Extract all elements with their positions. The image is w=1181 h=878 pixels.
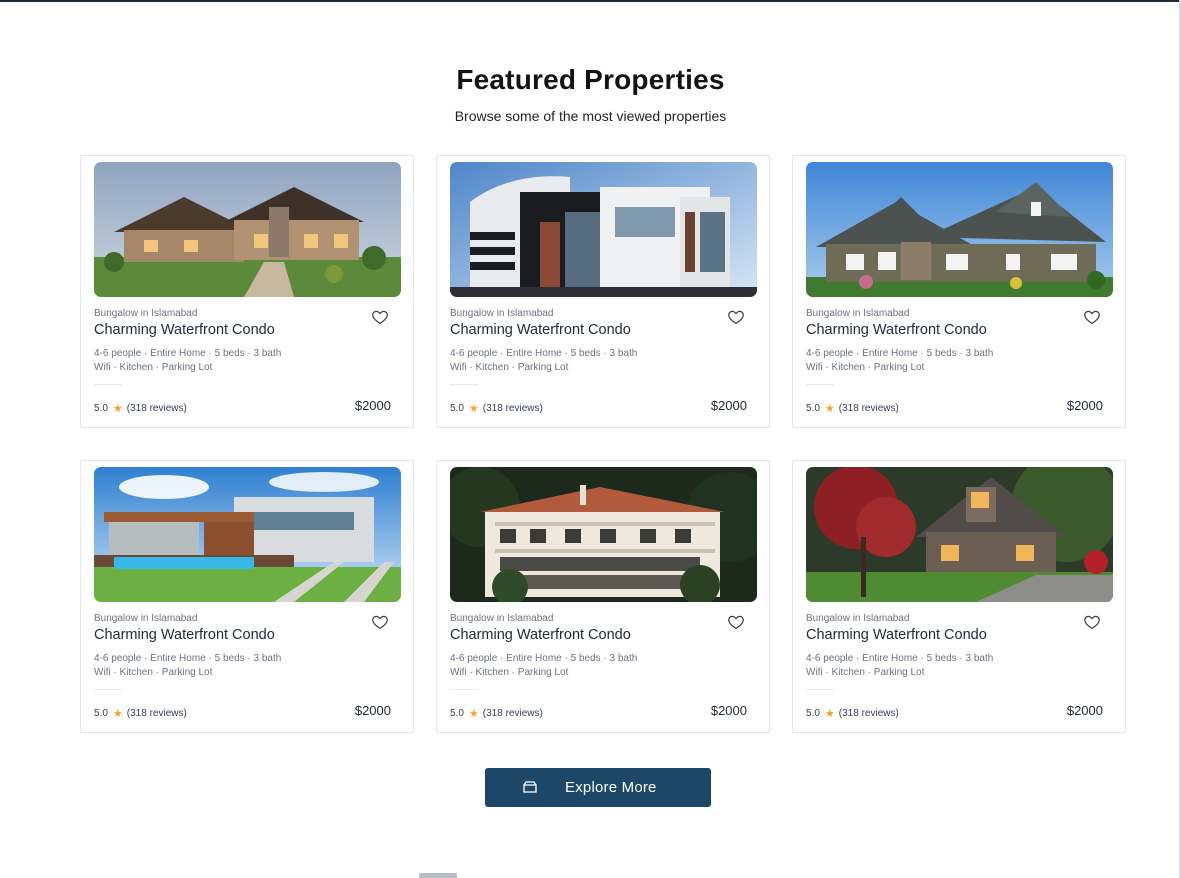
heart-icon[interactable] — [1083, 308, 1101, 326]
box-icon — [523, 781, 537, 793]
explore-more-label: Explore More — [565, 779, 657, 796]
property-photo[interactable] — [450, 162, 757, 297]
rating-value: 5.0 — [450, 708, 464, 719]
review-count: (318 reviews) — [126, 403, 187, 414]
property-photo[interactable] — [94, 467, 401, 602]
property-amenities: Wifi · Kitchen · Parking Lot — [94, 362, 213, 373]
rating: 5.0 ★ (318 reviews) — [94, 402, 187, 415]
divider — [94, 384, 122, 385]
property-photo[interactable] — [450, 467, 757, 602]
divider — [806, 384, 834, 385]
property-name[interactable]: Charming Waterfront Condo — [450, 627, 631, 643]
property-type: Bungalow in Islamabad — [806, 308, 910, 319]
rating: 5.0 ★ (318 reviews) — [450, 402, 543, 415]
property-type: Bungalow in Islamabad — [94, 308, 198, 319]
property-name[interactable]: Charming Waterfront Condo — [806, 322, 987, 338]
star-icon: ★ — [824, 403, 835, 415]
property-amenities: Wifi · Kitchen · Parking Lot — [450, 667, 569, 678]
rating: 5.0 ★ (318 reviews) — [806, 402, 899, 415]
rating-value: 5.0 — [806, 708, 820, 719]
star-icon: ★ — [112, 708, 123, 720]
property-price: $2000 — [710, 398, 747, 413]
property-card[interactable]: Bungalow in Islamabad Charming Waterfron… — [792, 460, 1126, 733]
property-price: $2000 — [1066, 703, 1103, 718]
property-type: Bungalow in Islamabad — [806, 613, 910, 624]
property-amenities: Wifi · Kitchen · Parking Lot — [450, 362, 569, 373]
property-card[interactable]: Bungalow in Islamabad Charming Waterfron… — [436, 460, 770, 733]
heart-icon[interactable] — [1083, 613, 1101, 631]
property-name[interactable]: Charming Waterfront Condo — [94, 627, 275, 643]
review-count: (318 reviews) — [838, 708, 899, 719]
property-photo[interactable] — [806, 162, 1113, 297]
rating-value: 5.0 — [94, 403, 108, 414]
section-subtitle: Browse some of the most viewed propertie… — [454, 108, 727, 124]
review-count: (318 reviews) — [126, 708, 187, 719]
property-price: $2000 — [1066, 398, 1103, 413]
rating-value: 5.0 — [806, 403, 820, 414]
top-border — [0, 0, 1181, 2]
property-details: 4-6 people · Entire Home · 5 beds · 3 ba… — [450, 653, 638, 664]
divider — [450, 689, 478, 690]
property-name[interactable]: Charming Waterfront Condo — [94, 322, 275, 338]
property-card[interactable]: Bungalow in Islamabad Charming Waterfron… — [792, 155, 1126, 428]
star-icon: ★ — [468, 708, 479, 720]
property-card[interactable]: Bungalow in Islamabad Charming Waterfron… — [80, 155, 414, 428]
property-price: $2000 — [710, 703, 747, 718]
heart-icon[interactable] — [371, 613, 389, 631]
property-details: 4-6 people · Entire Home · 5 beds · 3 ba… — [94, 348, 282, 359]
star-icon: ★ — [824, 708, 835, 720]
rating: 5.0 ★ (318 reviews) — [806, 707, 899, 720]
rating: 5.0 ★ (318 reviews) — [450, 707, 543, 720]
property-photo[interactable] — [806, 467, 1113, 602]
star-icon: ★ — [112, 403, 123, 415]
property-details: 4-6 people · Entire Home · 5 beds · 3 ba… — [450, 348, 638, 359]
review-count: (318 reviews) — [838, 403, 899, 414]
divider — [806, 689, 834, 690]
property-card[interactable]: Bungalow in Islamabad Charming Waterfron… — [80, 460, 414, 733]
heart-icon[interactable] — [371, 308, 389, 326]
heart-icon[interactable] — [727, 613, 745, 631]
star-icon: ★ — [468, 403, 479, 415]
property-type: Bungalow in Islamabad — [450, 308, 554, 319]
review-count: (318 reviews) — [482, 708, 543, 719]
rating-value: 5.0 — [450, 403, 464, 414]
property-type: Bungalow in Islamabad — [94, 613, 198, 624]
scroll-handle[interactable] — [419, 873, 457, 878]
property-amenities: Wifi · Kitchen · Parking Lot — [806, 667, 925, 678]
property-amenities: Wifi · Kitchen · Parking Lot — [806, 362, 925, 373]
property-amenities: Wifi · Kitchen · Parking Lot — [94, 667, 213, 678]
review-count: (318 reviews) — [482, 403, 543, 414]
property-type: Bungalow in Islamabad — [450, 613, 554, 624]
property-name[interactable]: Charming Waterfront Condo — [806, 627, 987, 643]
rating: 5.0 ★ (318 reviews) — [94, 707, 187, 720]
heart-icon[interactable] — [727, 308, 745, 326]
rating-value: 5.0 — [94, 708, 108, 719]
property-details: 4-6 people · Entire Home · 5 beds · 3 ba… — [806, 653, 994, 664]
property-photo[interactable] — [94, 162, 401, 297]
property-name[interactable]: Charming Waterfront Condo — [450, 322, 631, 338]
property-details: 4-6 people · Entire Home · 5 beds · 3 ba… — [806, 348, 994, 359]
divider — [450, 384, 478, 385]
explore-more-button[interactable]: Explore More — [485, 768, 711, 807]
section-title: Featured Properties — [456, 64, 725, 95]
property-details: 4-6 people · Entire Home · 5 beds · 3 ba… — [94, 653, 282, 664]
property-price: $2000 — [354, 398, 391, 413]
divider — [94, 689, 122, 690]
property-price: $2000 — [354, 703, 391, 718]
property-card[interactable]: Bungalow in Islamabad Charming Waterfron… — [436, 155, 770, 428]
